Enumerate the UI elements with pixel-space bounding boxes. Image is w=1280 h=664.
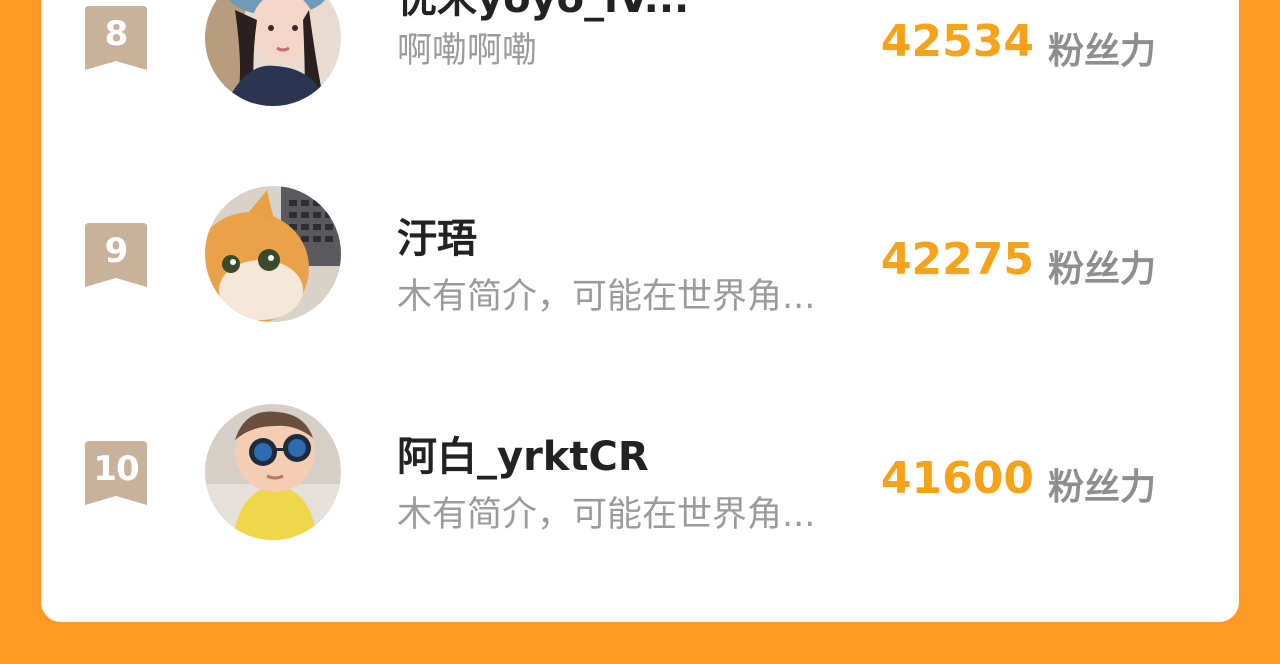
user-avatar[interactable] <box>205 186 341 322</box>
rank-badge: 8 <box>85 6 147 70</box>
rank-number: 8 <box>104 14 129 54</box>
user-bio: 木有简介，可能在世界角... <box>397 277 816 317</box>
user-name[interactable]: 优米yoyo_iV... <box>397 0 689 24</box>
rank-badge: 10 <box>85 441 147 505</box>
ranking-row[interactable]: 8 优米yoyo_iV... 啊嘞啊嘞 42534 粉丝力 <box>0 0 1280 110</box>
fan-power-label: 粉丝力 <box>1048 467 1157 508</box>
user-avatar[interactable] <box>205 0 341 106</box>
user-name[interactable]: 阿白_yrktCR <box>397 424 649 482</box>
user-bio: 木有简介，可能在世界角... <box>397 495 816 535</box>
user-avatar[interactable] <box>205 404 341 540</box>
girl-with-cap-avatar-icon <box>205 0 341 106</box>
ranking-row[interactable]: 9 汙珸 木有简介，可能在世界角... 42275 粉丝力 <box>0 186 1280 326</box>
fan-power-score: 42534 <box>880 16 1034 67</box>
fan-power-label: 粉丝力 <box>1048 249 1157 290</box>
fan-power-label: 粉丝力 <box>1048 31 1157 72</box>
fan-power-score: 41600 <box>880 453 1034 504</box>
orange-cat-avatar-icon <box>205 186 341 322</box>
baby-with-sunglasses-avatar-icon <box>205 404 341 540</box>
rank-number: 9 <box>104 231 129 271</box>
user-name[interactable]: 汙珸 <box>397 206 477 264</box>
rank-badge: 9 <box>85 223 147 287</box>
user-bio: 啊嘞啊嘞 <box>397 31 538 71</box>
rank-number: 10 <box>93 449 139 489</box>
fan-power-score: 42275 <box>880 234 1034 285</box>
ranking-row[interactable]: 10 阿白_yrktCR 木有简介，可能在世界角... 41600 粉丝力 <box>0 404 1280 544</box>
